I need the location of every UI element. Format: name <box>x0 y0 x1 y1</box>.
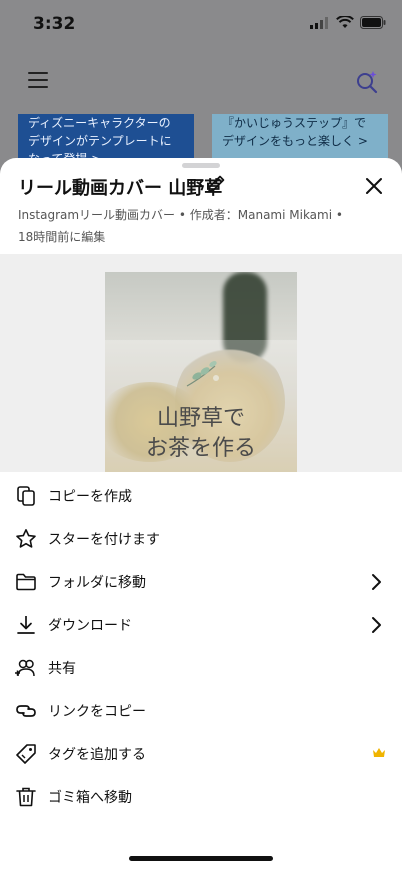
status-time: 3:32 <box>33 14 76 34</box>
magic-search-icon[interactable] <box>354 68 380 94</box>
pencil-edit-icon[interactable] <box>205 173 227 195</box>
battery-icon <box>360 16 386 29</box>
folder-icon <box>16 573 36 591</box>
preview-area: 山野草で お茶を作る <box>0 254 402 472</box>
share-action[interactable]: 共有 <box>0 646 402 689</box>
trash-icon <box>16 787 36 807</box>
close-icon[interactable] <box>364 176 384 196</box>
leaf-sprig-icon <box>186 361 219 387</box>
download-icon <box>17 616 35 634</box>
design-meta: Instagramリール動画カバー • 作成者：Manami Mikami • … <box>18 208 343 244</box>
move-to-trash-action[interactable]: ゴミ箱へ移動 <box>0 775 402 818</box>
star-icon <box>16 529 36 548</box>
make-copy-action[interactable]: コピーを作成 <box>0 474 402 517</box>
add-star-action[interactable]: スターを付けます <box>0 517 402 560</box>
design-options-sheet: リール動画カバー 山野草 Instagramリール動画カバー • 作成者：Man… <box>0 158 402 869</box>
add-people-icon <box>15 659 35 677</box>
download-action[interactable]: ダウンロード <box>0 603 402 646</box>
preview-caption: 山野草で お茶を作る <box>145 406 256 461</box>
hamburger-menu-icon[interactable] <box>28 72 48 88</box>
promo-card-disney[interactable]: ディズニーキャラクターの デザインがテンプレートに なって登場 > <box>18 114 194 164</box>
add-tag-action[interactable]: タグを追加する <box>0 732 402 775</box>
action-list: コピーを作成 スターを付けます フォルダに移動 ダウンロード 共有 リンクをコピ… <box>0 474 402 818</box>
tag-icon <box>16 744 36 764</box>
design-thumbnail[interactable]: 山野草で お茶を作る <box>105 272 297 472</box>
sheet-grabber[interactable] <box>182 163 220 168</box>
link-icon <box>16 705 36 717</box>
promo-card-kaiju[interactable]: 『かいじゅうステップ』で デザインをもっと楽しく > <box>212 114 388 164</box>
chevron-right-icon <box>372 574 381 590</box>
design-title: リール動画カバー 山野草 <box>18 178 223 199</box>
home-indicator[interactable] <box>129 856 273 861</box>
chevron-right-icon <box>372 617 381 633</box>
copy-link-action[interactable]: リンクをコピー <box>0 689 402 732</box>
move-to-folder-action[interactable]: フォルダに移動 <box>0 560 402 603</box>
crown-premium-icon <box>373 748 385 757</box>
copy-icon <box>17 486 35 506</box>
status-bar: 3:32 <box>0 0 402 50</box>
app-header <box>0 58 402 108</box>
wifi-icon <box>336 16 354 28</box>
cellular-signal-icon <box>310 16 328 29</box>
